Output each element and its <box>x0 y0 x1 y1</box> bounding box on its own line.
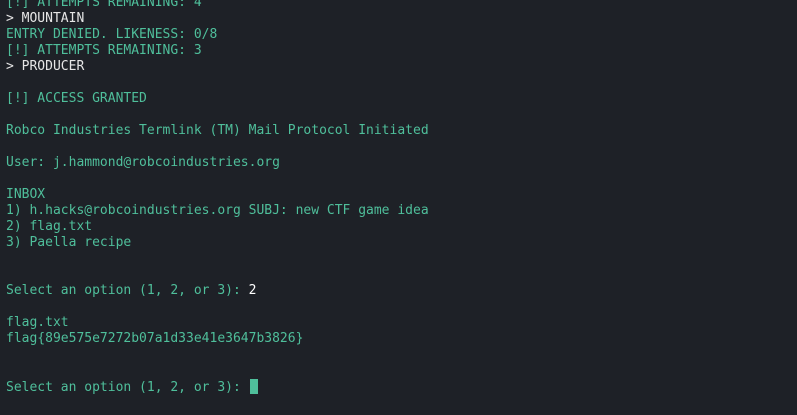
output-line: Robco Industries Termlink (TM) Mail Prot… <box>6 123 429 138</box>
output-line: flag{89e575e7272b07a1d33e41e3647b3826} <box>6 331 304 346</box>
output-line: [!] ATTEMPTS REMAINING: 4 <box>6 0 202 10</box>
command-line: > PRODUCER <box>6 59 85 74</box>
output-line: User: j.hammond@robcoindustries.org <box>6 155 280 170</box>
terminal-output: [!] ATTEMPTS REMAINING: 4 > MOUNTAIN ENTRY… <box>6 0 797 395</box>
output-line: INBOX <box>6 187 46 202</box>
output-line: [!] ACCESS GRANTED <box>6 91 147 106</box>
prompt-input: 2 <box>248 283 257 298</box>
active-prompt-line: Select an option (1, 2, or 3): <box>6 379 797 395</box>
command-line: > MOUNTAIN <box>6 11 85 26</box>
output-line: 2) flag.txt <box>6 219 93 234</box>
prompt-text: Select an option (1, 2, or 3): <box>6 283 249 298</box>
cursor-block[interactable] <box>249 379 258 394</box>
terminal-window[interactable]: [!] ATTEMPTS REMAINING: 4 > MOUNTAIN ENTRY… <box>0 0 797 415</box>
output-line: flag.txt <box>6 315 69 330</box>
output-line: 1) h.hacks@robcoindustries.org SUBJ: new… <box>6 203 429 218</box>
output-line: [!] ATTEMPTS REMAINING: 3 <box>6 43 202 58</box>
prompt-text: Select an option (1, 2, or 3): <box>6 380 249 395</box>
output-line: 3) Paella recipe <box>6 235 132 250</box>
prompt-line: Select an option (1, 2, or 3): 2 <box>6 283 797 299</box>
output-line: ENTRY DENIED. LIKENESS: 0/8 <box>6 27 218 42</box>
